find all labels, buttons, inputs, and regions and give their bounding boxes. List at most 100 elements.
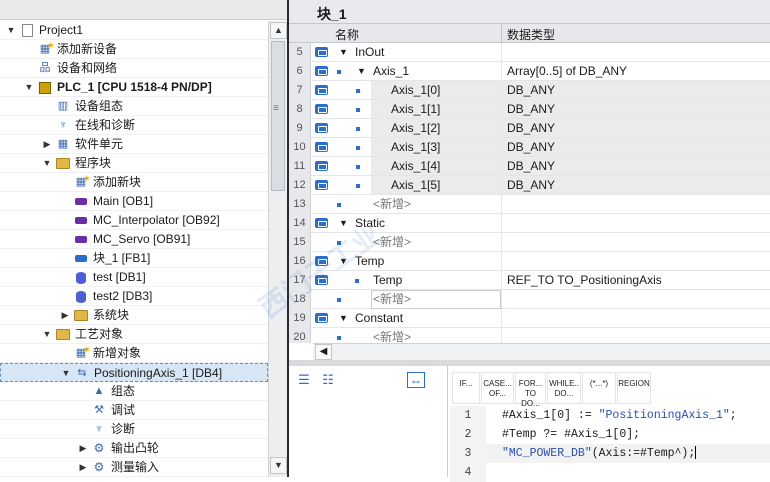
variable-name[interactable]: <新增> [373,195,411,214]
variable-name[interactable]: <新增> [373,290,411,309]
tree-item[interactable]: ▦ ✶ 添加新设备 [0,40,268,59]
tree-item[interactable]: ▼ 工艺对象 [0,325,268,344]
outdent-list-icon[interactable]: ☷ [319,372,337,388]
column-separator [501,252,502,271]
tree-item[interactable]: ▦ ✶ 新增对象 [0,344,268,363]
variable-name[interactable]: InOut [355,43,384,62]
data-type[interactable]: DB_ANY [507,157,555,176]
data-type[interactable]: DB_ANY [507,119,555,138]
chevron-down-icon[interactable]: ▼ [339,43,348,62]
interface-row[interactable]: 10 Axis_1[3] DB_ANY [289,138,770,157]
chevron-right-icon[interactable]: ▶ [42,135,52,154]
interface-row[interactable]: 17 Temp REF_TO TO_PositioningAxis [289,271,770,290]
tree-item[interactable]: 品设备和网络 [0,59,268,78]
scroll-up-icon[interactable]: ▲ [270,22,287,39]
interface-horizontal-scrollbar[interactable]: ◀ [313,343,770,360]
code-line[interactable]: 3 "MC_POWER_DB"(Axis:=#Temp^); [450,444,770,463]
data-type[interactable]: DB_ANY [507,81,555,100]
variable-name[interactable]: Axis_1[1] [391,100,440,119]
indent-list-icon[interactable]: ☰ [295,372,313,388]
interface-row[interactable]: 7 Axis_1[0] DB_ANY [289,81,770,100]
variable-name[interactable]: Axis_1[2] [391,119,440,138]
interface-row[interactable]: 6 ▼ Axis_1 Array[0..5] of DB_ANY [289,62,770,81]
variable-name[interactable]: Constant [355,309,403,328]
tree-item[interactable]: MC_Interpolator [OB92] [0,211,268,230]
code-text[interactable]: #Temp ?= #Axis_1[0]; [502,425,640,444]
variable-name[interactable]: Axis_1[4] [391,157,440,176]
tree-item[interactable]: ▼ PLC_1 [CPU 1518-4 PN/DP] [0,78,268,97]
interface-row[interactable]: 18 <新增> [289,290,770,309]
chevron-right-icon[interactable]: ▶ [78,458,88,477]
tree-vertical-scrollbar[interactable]: ▲ ≡ ▼ [268,21,287,477]
tree-item[interactable]: test [DB1] [0,268,268,287]
scroll-left-icon[interactable]: ◀ [315,344,332,360]
code-area[interactable]: 1 #Axis_1[0] := "PositioningAxis_1"; 2 #Tem… [450,406,770,482]
keyword-button[interactable]: REGION [617,372,651,404]
toggle-view-icon[interactable]: ⇔ [407,372,425,388]
code-text[interactable]: #Axis_1[0] := "PositioningAxis_1"; [502,406,737,425]
interface-row[interactable]: 9 Axis_1[2] DB_ANY [289,119,770,138]
chevron-right-icon[interactable]: ▶ [60,306,70,325]
variable-name[interactable]: Axis_1[5] [391,176,440,195]
tree-item[interactable]: ♆ 诊断 [0,420,268,439]
keyword-button[interactable]: CASE... OF... [481,372,514,404]
tree-item[interactable]: ▦ ✶ 添加新块 [0,173,268,192]
data-type[interactable]: Array[0..5] of DB_ANY [507,62,627,81]
data-type[interactable]: DB_ANY [507,176,555,195]
tree-item[interactable]: ♆ 在线和诊断 [0,116,268,135]
tree-item[interactable]: ▶ ⚙ 测量输入 [0,458,268,477]
keyword-button[interactable]: (*...*) [582,372,616,404]
code-line[interactable]: 2 #Temp ?= #Axis_1[0]; [450,425,770,444]
keyword-button[interactable]: WHILE.. DO... [547,372,581,404]
tree-item[interactable]: ▼ Project1 [0,21,268,40]
code-line[interactable]: 1 #Axis_1[0] := "PositioningAxis_1"; [450,406,770,425]
tree-item[interactable]: ▶ ⚙ 输出凸轮 [0,439,268,458]
data-type[interactable]: REF_TO TO_PositioningAxis [507,271,662,290]
variable-name[interactable]: Axis_1 [373,62,409,81]
variable-name[interactable]: Temp [373,271,402,290]
scroll-down-icon[interactable]: ▼ [270,457,287,474]
chevron-right-icon[interactable]: ▶ [78,439,88,458]
keyword-button[interactable]: FOR... TO DO... [515,372,546,408]
variable-name[interactable]: Axis_1[3] [391,138,440,157]
interface-row[interactable]: 8 Axis_1[1] DB_ANY [289,100,770,119]
tree-item[interactable]: ▲ 组态 [0,382,268,401]
data-type[interactable]: DB_ANY [507,138,555,157]
tree-item[interactable]: ▶ ▦ 软件单元 [0,135,268,154]
tree-item[interactable]: test2 [DB3] [0,287,268,306]
tree-item[interactable]: 块_1 [FB1] [0,249,268,268]
tree-item[interactable]: ▼ 程序块 [0,154,268,173]
tree-item[interactable]: ▶ 系统块 [0,306,268,325]
code-line[interactable]: 4 [450,463,770,482]
tree-item[interactable]: ▥ 设备组态 [0,97,268,116]
keyword-button[interactable]: IF... [452,372,480,404]
tree-item[interactable]: ▼ ⇆ PositioningAxis_1 [DB4] [0,363,268,382]
chevron-down-icon[interactable]: ▼ [357,62,366,81]
interface-row[interactable]: 19 ▼ Constant [289,309,770,328]
tree-item-label: 在线和诊断 [75,118,136,132]
commissioning-icon: ⚒ [92,404,106,417]
chevron-down-icon[interactable]: ▼ [24,78,34,97]
interface-row[interactable]: 11 Axis_1[4] DB_ANY [289,157,770,176]
data-type[interactable]: DB_ANY [507,100,555,119]
interface-row[interactable]: 20 <新增> [289,328,770,343]
tree-item[interactable]: Main [OB1] [0,192,268,211]
variable-name[interactable]: <新增> [373,328,411,343]
chevron-down-icon[interactable]: ▼ [61,364,71,383]
ob-icon [74,233,88,246]
chevron-down-icon[interactable]: ▼ [339,309,348,328]
column-header-name[interactable]: 名称 [335,26,359,43]
tree-item[interactable]: ⚒ 调试 [0,401,268,420]
interface-row[interactable]: 12 Axis_1[5] DB_ANY [289,176,770,195]
chevron-down-icon[interactable]: ▼ [6,21,16,40]
scroll-thumb[interactable] [271,41,285,191]
interface-row[interactable]: 13 <新增> [289,195,770,214]
code-text[interactable]: "MC_POWER_DB"(Axis:=#Temp^); [502,444,697,463]
interface-row[interactable]: 5 ▼ InOut [289,43,770,62]
chevron-down-icon[interactable]: ▼ [42,325,52,344]
column-header-datatype[interactable]: 数据类型 [507,26,555,43]
tree-item[interactable]: MC_Servo [OB91] [0,230,268,249]
chevron-down-icon[interactable]: ▼ [42,154,52,173]
variable-name[interactable]: Axis_1[0] [391,81,440,100]
star-icon: ✶ [82,174,91,185]
